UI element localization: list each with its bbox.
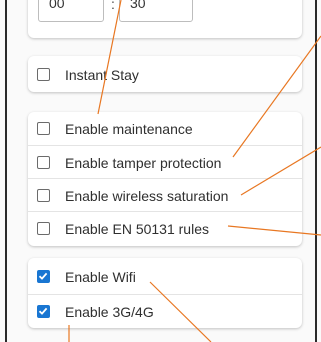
settings-screen: 00 : 30 Instant Stay Enable maintenance …: [0, 0, 321, 342]
callout-line-tamper: [232, 35, 321, 158]
callout-line-maintenance: [97, 0, 122, 115]
callout-line-wireless: [240, 146, 321, 196]
callout-line-wifi: [149, 281, 212, 342]
callout-line-en50131: [227, 225, 321, 236]
annotation-lines: [68, 0, 321, 342]
